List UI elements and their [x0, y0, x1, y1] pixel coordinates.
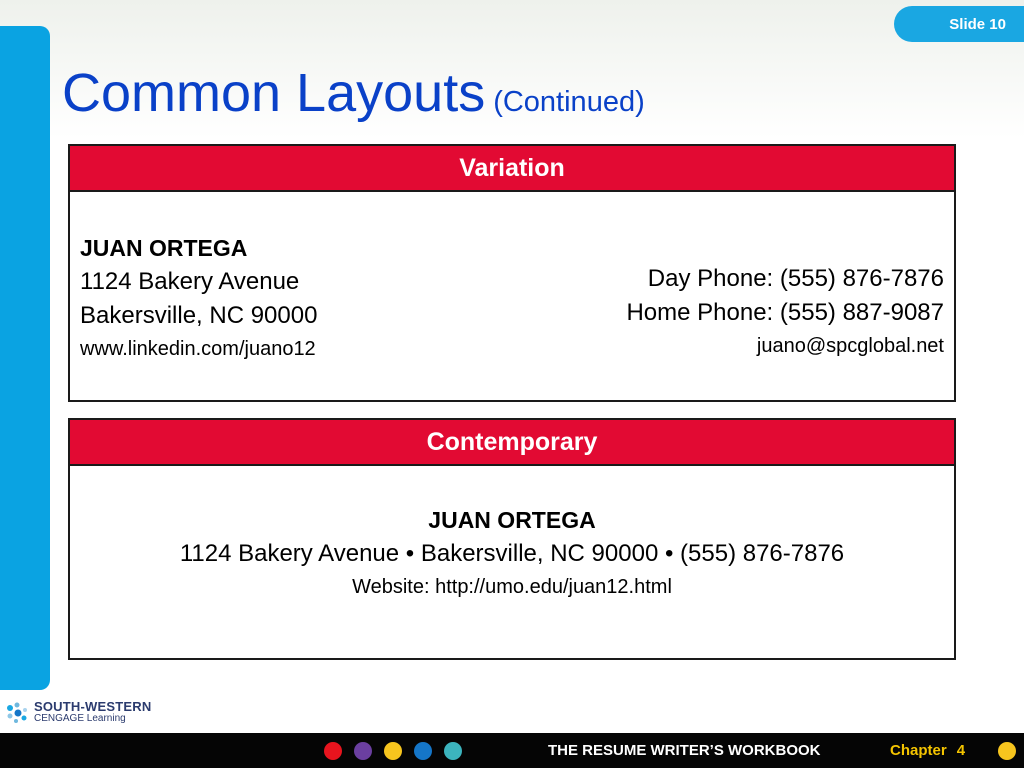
variation-left-block: JUAN ORTEGA 1124 Bakery Avenue Bakersvil… — [80, 232, 317, 365]
footer-chapter-number: 4 — [956, 742, 966, 759]
slide-number-label: Slide 10 — [949, 15, 1006, 33]
page-title: Common Layouts (Continued) — [62, 62, 645, 124]
variation-home-phone: Home Phone: (555) 887-9087 — [626, 299, 944, 326]
variation-panel: Variation JUAN ORTEGA 1124 Bakery Avenue… — [68, 144, 956, 402]
footer-book-title: THE RESUME WRITER’S WORKBOOK — [548, 742, 821, 759]
publisher-logo-line1: SOUTH-WESTERN — [34, 699, 152, 714]
publisher-logo-line2: CENGAGE Learning — [34, 713, 126, 724]
chapter-dot-yellow — [998, 742, 1016, 760]
nav-dot-purple — [354, 742, 372, 760]
publisher-logo-text: SOUTH-WESTERN CENGAGE Learning — [34, 699, 152, 725]
variation-address-line1: 1124 Bakery Avenue — [80, 268, 300, 295]
nav-dot-red — [324, 742, 342, 760]
title-subtitle: (Continued) — [493, 86, 645, 118]
contemporary-website: Website: http://umo.edu/juan12.html — [352, 576, 672, 598]
left-accent-bar — [0, 26, 50, 690]
footer-chapter: Chapter 4 — [890, 742, 965, 759]
nav-dot-yellow — [384, 742, 402, 760]
variation-header-label: Variation — [459, 153, 565, 182]
variation-right-block: Day Phone: (555) 876-7876 Home Phone: (5… — [626, 262, 944, 362]
variation-email: juano@spcglobal.net — [756, 335, 944, 357]
title-main: Common Layouts — [62, 63, 486, 123]
footer-chapter-label: Chapter — [890, 742, 947, 759]
contemporary-block: JUAN ORTEGA 1124 Bakery Avenue • Bakersv… — [70, 504, 954, 603]
contemporary-panel: Contemporary JUAN ORTEGA 1124 Bakery Ave… — [68, 418, 956, 660]
contemporary-header: Contemporary — [70, 420, 954, 466]
nav-dot-teal — [444, 742, 462, 760]
publisher-logo: SOUTH-WESTERN CENGAGE Learning — [4, 700, 151, 726]
contemporary-name: JUAN ORTEGA — [428, 507, 596, 533]
variation-name: JUAN ORTEGA — [80, 235, 248, 261]
footer-bar: THE RESUME WRITER’S WORKBOOK Chapter 4 — [0, 733, 1024, 768]
variation-day-phone: Day Phone: (555) 876-7876 — [647, 265, 944, 292]
variation-header: Variation — [70, 146, 954, 192]
publisher-logo-icon — [7, 702, 27, 723]
variation-linkedin: www.linkedin.com/juano12 — [80, 338, 316, 360]
contemporary-header-label: Contemporary — [426, 427, 598, 456]
variation-address-line2: Bakersville, NC 90000 — [80, 302, 318, 329]
nav-dot-blue — [414, 742, 432, 760]
contemporary-contact-line: 1124 Bakery Avenue • Bakersville, NC 900… — [179, 540, 845, 567]
slide-number-badge: Slide 10 — [894, 6, 1024, 42]
